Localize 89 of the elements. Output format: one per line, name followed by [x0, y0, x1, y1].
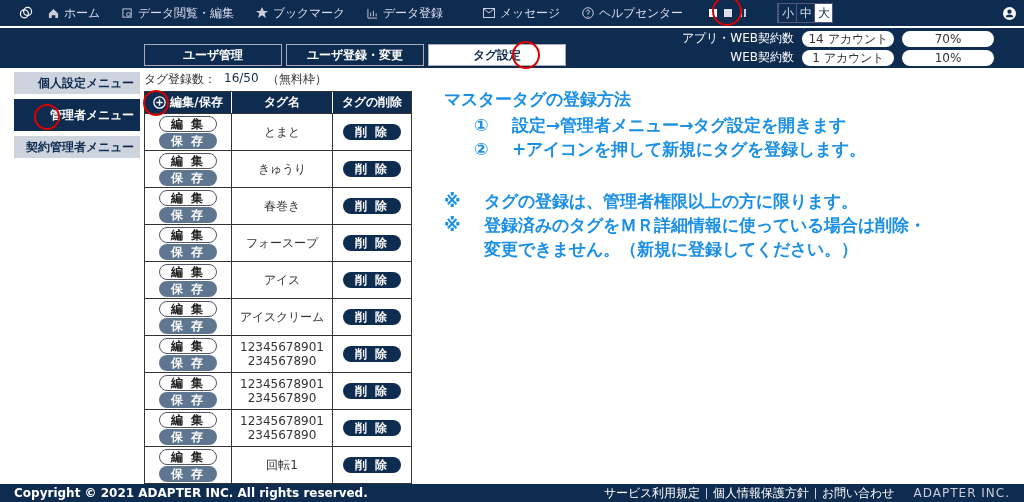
delete-button[interactable]: 削 除 — [343, 161, 401, 177]
step-text: 設定→管理者メニュー→タグ設定を開きます — [512, 114, 847, 137]
save-button[interactable]: 保 存 — [159, 428, 217, 445]
footer-link[interactable]: サービス利用規定 — [597, 484, 706, 502]
tag-name: 12345678901 234567890 — [240, 340, 324, 368]
company-logo: ADAPTER INC. — [913, 486, 1010, 500]
footer-link[interactable]: お問い合わせ — [815, 484, 900, 502]
percent-value: 10% — [902, 49, 994, 66]
edit-button[interactable]: 編 集 — [159, 374, 217, 391]
star-icon — [256, 7, 268, 19]
step-text: +アイコンを押して新規にタグを登録します。 — [512, 138, 867, 161]
delete-button[interactable]: 削 除 — [343, 309, 401, 325]
note-mark: ※ — [444, 214, 462, 237]
nav-link[interactable]: ブックマーク — [256, 4, 345, 22]
delete-button[interactable]: 削 除 — [343, 383, 401, 399]
save-button[interactable]: 保 存 — [159, 280, 217, 297]
edit-button[interactable]: 編 集 — [159, 263, 217, 280]
delete-button[interactable]: 削 除 — [343, 124, 401, 140]
edit-button[interactable]: 編 集 — [159, 189, 217, 206]
nav-link[interactable]: ホーム — [48, 4, 100, 22]
tag-name: フォースープ — [246, 236, 318, 250]
percent-value: 70% — [902, 30, 994, 47]
nav-link[interactable]: メッセージ — [483, 4, 560, 22]
nav-link[interactable]: ヘルプセンター — [582, 4, 683, 22]
step-number: ② — [474, 138, 490, 161]
delete-button[interactable]: 削 除 — [343, 420, 401, 436]
square-icon[interactable] — [709, 9, 717, 17]
add-icon[interactable] — [153, 96, 167, 109]
stat-label: アプリ・WEB契約数 — [682, 30, 794, 47]
sidebar-item[interactable]: 個人設定メニュー — [14, 72, 140, 94]
account-count: 1 アカウント — [802, 49, 894, 66]
delete-button[interactable]: 削 除 — [343, 272, 401, 288]
delete-button[interactable]: 削 除 — [343, 235, 401, 251]
tab[interactable]: ユーザ管理 — [144, 44, 282, 66]
save-button[interactable]: 保 存 — [159, 391, 217, 408]
bar-chart-icon — [367, 7, 378, 19]
nav-link[interactable]: データ閲覧・編集 — [122, 4, 234, 22]
highlight-circle — [712, 0, 742, 26]
save-button[interactable]: 保 存 — [159, 206, 217, 223]
tag-name: アイス — [264, 273, 300, 287]
font-size-button[interactable]: 小 — [778, 4, 796, 22]
stat-label: WEB契約数 — [730, 49, 794, 66]
note-mark: ※ — [444, 190, 462, 213]
column-header: 編集/保存 — [145, 92, 232, 113]
font-size-button[interactable]: 大 — [814, 4, 832, 22]
note-text: 登録済みのタグをＭＲ詳細情報に使っている場合は削除・変更できません。（新規に登録してください。） — [484, 214, 927, 261]
sidebar-item[interactable]: 契約管理者メニュー — [14, 136, 140, 158]
save-button[interactable]: 保 存 — [159, 465, 217, 482]
copyright-text: Copyright © 2021 ADAPTER INC. All rights reserved. — [14, 486, 368, 500]
mail-icon — [483, 8, 495, 18]
edit-button[interactable]: 編 集 — [159, 115, 217, 132]
step-number: ① — [474, 114, 490, 137]
tag-name: 春巻き — [264, 199, 300, 213]
save-button[interactable]: 保 存 — [159, 132, 217, 149]
instructions-title: マスタータグの登録方法 — [444, 88, 632, 111]
tag-name: とまと — [264, 125, 300, 139]
home-icon — [48, 7, 59, 19]
tag-count-note: （無料枠） — [266, 71, 327, 88]
edit-button[interactable]: 編 集 — [159, 411, 217, 428]
help-icon — [582, 7, 594, 19]
account-count: 14 アカウント — [802, 30, 894, 47]
delete-button[interactable]: 削 除 — [343, 198, 401, 214]
save-button[interactable]: 保 存 — [159, 169, 217, 186]
magnifier-page-icon — [122, 7, 133, 19]
user-icon[interactable] — [1003, 6, 1016, 20]
column-header: タグ名 — [232, 92, 333, 113]
column-header: タグの削除 — [341, 94, 403, 111]
edit-button[interactable]: 編 集 — [159, 448, 217, 465]
tab[interactable]: ユーザ登録・変更 — [286, 44, 424, 66]
nav-link[interactable]: データ登録 — [367, 4, 443, 22]
tag-name: アイスクリーム — [240, 310, 324, 324]
save-button[interactable]: 保 存 — [159, 317, 217, 334]
edit-button[interactable]: 編 集 — [159, 226, 217, 243]
footer-link[interactable]: 個人情報保護方針 — [706, 484, 815, 502]
save-button[interactable]: 保 存 — [159, 243, 217, 260]
edit-button[interactable]: 編 集 — [159, 300, 217, 317]
tag-count-value: 16/50 — [224, 71, 259, 87]
delete-button[interactable]: 削 除 — [343, 457, 401, 473]
logo-icon — [18, 5, 34, 21]
tag-name: きゅうり — [258, 162, 306, 176]
delete-button[interactable]: 削 除 — [343, 346, 401, 362]
tag-name: 12345678901 234567890 — [240, 414, 324, 442]
tag-name: 回転1 — [266, 458, 298, 472]
note-text: タグの登録は、管理者権限以上の方に限ります。 — [484, 190, 858, 213]
save-button[interactable]: 保 存 — [159, 354, 217, 371]
tag-name: 12345678901 234567890 — [240, 377, 324, 405]
edit-button[interactable]: 編 集 — [159, 152, 217, 169]
tag-count-label: タグ登録数： — [144, 71, 216, 88]
edit-button[interactable]: 編 集 — [159, 337, 217, 354]
